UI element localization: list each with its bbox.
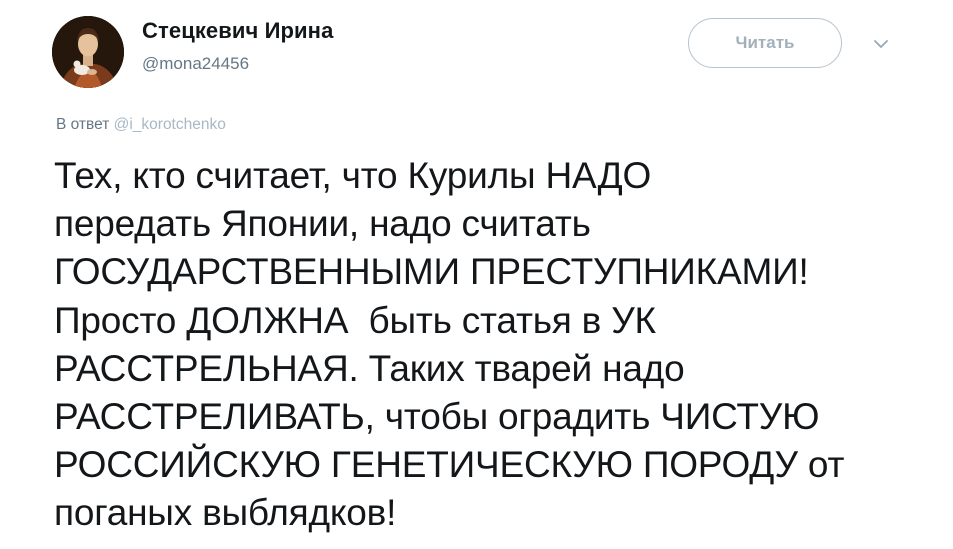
author-handle[interactable]: @mona24456	[142, 54, 249, 74]
reply-prefix: В ответ	[56, 116, 110, 133]
tweet-line: РАССТРЕЛЬНАЯ. Таких тварей надо	[54, 347, 685, 389]
follow-button[interactable]: Читать	[688, 18, 842, 68]
tweet-line: ГОСУДАРСТВЕННЫМИ ПРЕСТУПНИКАМИ!	[54, 251, 809, 293]
portrait-avatar-icon	[52, 16, 124, 88]
chevron-down-icon[interactable]	[870, 36, 892, 52]
tweet-line: РОССИЙСКУЮ ГЕНЕТИЧЕСКУЮ ПОРОДУ от	[54, 444, 845, 486]
author-name[interactable]: Стецкевич Ирина	[142, 18, 333, 44]
author-avatar[interactable]	[52, 16, 124, 88]
tweet-line: Просто ДОЛЖНА быть статья в УК	[54, 299, 656, 341]
tweet-line: РАССТРЕЛИВАТЬ, чтобы оградить ЧИСТУЮ	[54, 396, 820, 438]
tweet-card: Стецкевич Ирина @mona24456 Читать В отве…	[0, 0, 953, 549]
tweet-line: Тех, кто считает, что Курилы НАДО	[54, 155, 652, 196]
follow-button-label: Читать	[735, 33, 795, 52]
reply-mention-link[interactable]: @i_korotchenko	[114, 116, 226, 133]
tweet-line: передать Японии, надо считать	[54, 203, 591, 245]
reply-context: В ответ @i_korotchenko	[56, 116, 226, 134]
tweet-line: поганых выблядков!	[54, 492, 397, 534]
tweet-text: Тех, кто считает, что Курилы НАДО передат…	[54, 152, 944, 538]
